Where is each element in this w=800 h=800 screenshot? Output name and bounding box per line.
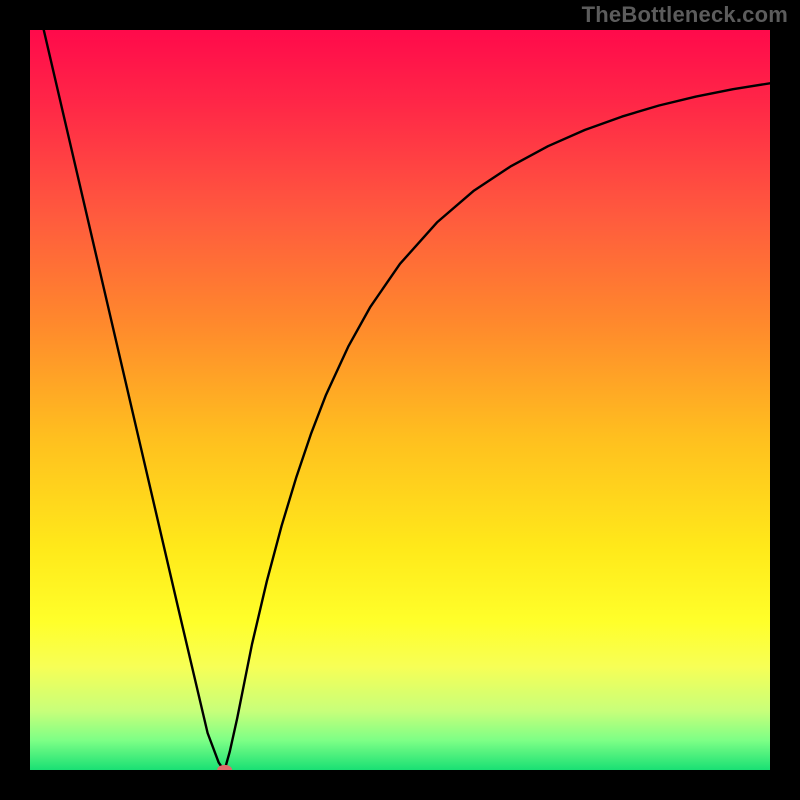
plot-area	[30, 30, 770, 770]
gradient-background	[30, 30, 770, 770]
plot-svg	[30, 30, 770, 770]
watermark-text: TheBottleneck.com	[582, 2, 788, 28]
chart-frame: TheBottleneck.com	[0, 0, 800, 800]
